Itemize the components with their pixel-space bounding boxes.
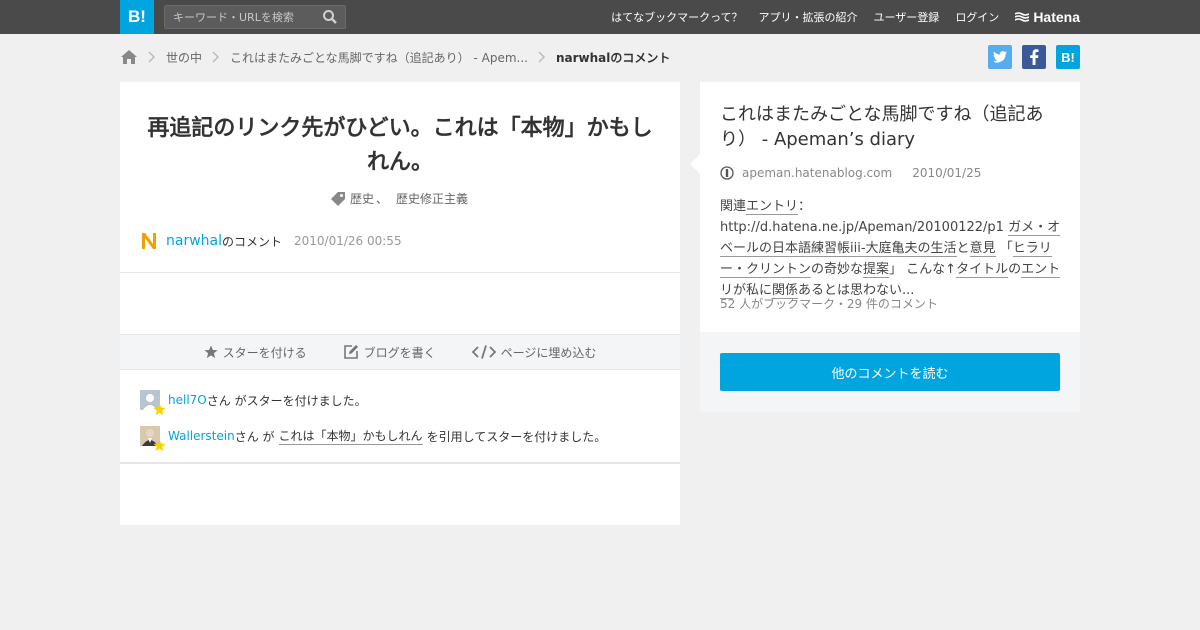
edit-icon bbox=[343, 345, 358, 359]
keyword-link[interactable]: タイトル bbox=[956, 262, 1009, 278]
star-user-link[interactable]: Wallerstein bbox=[168, 429, 235, 443]
facebook-share-button[interactable] bbox=[1022, 45, 1046, 69]
divider bbox=[120, 462, 680, 464]
comment-title: 再追記のリンク先がひどい。これは「本物」かもしれん。 bbox=[147, 116, 653, 175]
chevron-right-icon bbox=[212, 51, 220, 63]
star-item: hell7O さん がスターを付けました。 bbox=[140, 390, 606, 416]
author-name[interactable]: narwhal bbox=[166, 233, 222, 249]
entry-footer: 他のコメントを読む bbox=[700, 332, 1080, 412]
avatar[interactable] bbox=[140, 426, 166, 452]
tag-icon bbox=[330, 191, 345, 206]
home-icon[interactable] bbox=[120, 49, 138, 65]
star-list: hell7O さん がスターを付けました。 Wallerstein さん が こ… bbox=[140, 390, 606, 462]
search-box bbox=[164, 5, 346, 29]
search-input[interactable] bbox=[165, 6, 315, 28]
star-icon bbox=[203, 345, 218, 358]
star-text: を引用してスターを付けました。 bbox=[426, 429, 607, 444]
keyword-link[interactable]: エントリ bbox=[746, 199, 799, 215]
star-item: Wallerstein さん が これは「本物」かもしれん を引用してスターを付… bbox=[140, 426, 607, 452]
add-star-label: スターを付ける bbox=[222, 345, 307, 360]
bookmark-count-link[interactable]: 52 人がブックマーク・29 件のコメント bbox=[720, 295, 938, 312]
entry-description: 関連エントリ：http://d.hatena.ne.jp/Apeman/2010… bbox=[720, 196, 1065, 301]
comment-author: narwhal のコメント 2010/01/26 00:55 bbox=[140, 232, 402, 250]
entry-card: これはまたみごとな馬脚ですね（追記あり） - Apeman’s diary ap… bbox=[690, 82, 1080, 412]
share-buttons: B! bbox=[978, 45, 1080, 69]
global-nav: はてなブックマークって？ アプリ・拡張の紹介 ユーザー登録 ログイン Haten… bbox=[595, 0, 1080, 34]
entry-date: 2010/01/25 bbox=[912, 166, 982, 180]
entry-meta: apeman.hatenablog.com 2010/01/25 bbox=[720, 166, 981, 180]
facebook-icon bbox=[1030, 49, 1039, 65]
embed-button[interactable]: ページに埋め込む bbox=[471, 344, 597, 361]
comment-card: 再追記のリンク先がひどい。これは「本物」かもしれん。 歴史 、 歴史修正主義 n… bbox=[120, 82, 680, 525]
star-quote-link[interactable]: これは「本物」かもしれん bbox=[278, 427, 423, 445]
tag-separator: 、 bbox=[375, 192, 388, 206]
hatena-brand-label: Hatena bbox=[1033, 9, 1080, 25]
desc-text: 「 bbox=[995, 241, 1013, 256]
breadcrumb-current: narwhalのコメント bbox=[555, 50, 671, 65]
desc-text: の bbox=[1008, 262, 1022, 277]
desc-text: 」 こんな↑ bbox=[889, 262, 957, 277]
write-blog-button[interactable]: ブログを書く bbox=[343, 344, 436, 361]
entry-domain-link[interactable]: apeman.hatenablog.com bbox=[742, 166, 892, 180]
author-suffix: のコメント bbox=[222, 234, 283, 249]
hatena-brand-link[interactable]: Hatena bbox=[1015, 9, 1080, 25]
tag-list: 歴史 、 歴史修正主義 bbox=[120, 190, 680, 207]
avatar[interactable] bbox=[140, 390, 166, 416]
top-bar: B! はてなブックマークって？ アプリ・拡張の紹介 ユーザー登録 ログイン Ha… bbox=[0, 0, 1200, 34]
keyword-link[interactable]: 提案 bbox=[863, 262, 890, 278]
read-comments-button[interactable]: 他のコメントを読む bbox=[720, 353, 1060, 391]
callout-arrow bbox=[690, 154, 700, 174]
desc-text: と bbox=[956, 241, 970, 256]
keyword-link[interactable]: 生活 bbox=[930, 241, 957, 257]
star-icon bbox=[153, 403, 166, 416]
write-blog-label: ブログを書く bbox=[363, 345, 436, 360]
hatena-bookmark-share-button[interactable]: B! bbox=[1056, 45, 1080, 69]
star-text: さん が bbox=[234, 429, 275, 444]
search-icon[interactable] bbox=[322, 9, 338, 25]
avatar[interactable] bbox=[140, 232, 158, 250]
nav-about[interactable]: はてなブックマークって？ bbox=[611, 9, 742, 25]
nav-apps[interactable]: アプリ・拡張の紹介 bbox=[759, 9, 858, 25]
tag-link[interactable]: 歴史修正主義 bbox=[396, 190, 468, 207]
embed-label: ページに埋め込む bbox=[500, 345, 597, 360]
nav-signup[interactable]: ユーザー登録 bbox=[874, 9, 940, 25]
twitter-icon bbox=[993, 51, 1007, 63]
chevron-right-icon bbox=[148, 51, 156, 63]
add-star-button[interactable]: スターを付ける bbox=[203, 344, 307, 361]
desc-text: 関連 bbox=[720, 199, 747, 214]
keyword-link[interactable]: 意見 bbox=[969, 241, 996, 257]
twitter-share-button[interactable] bbox=[988, 45, 1012, 69]
hatena-mark-icon bbox=[1015, 12, 1030, 22]
hatena-bookmark-logo[interactable]: B! bbox=[120, 0, 154, 34]
breadcrumb-category[interactable]: 世の中 bbox=[166, 49, 202, 66]
action-bar: スターを付ける ブログを書く ページに埋め込む bbox=[120, 334, 680, 370]
site-favicon-icon bbox=[720, 166, 734, 180]
star-icon bbox=[153, 439, 166, 452]
nav-login[interactable]: ログイン bbox=[955, 9, 999, 25]
entry-title-link[interactable]: これはまたみごとな馬脚ですね（追記あり） - Apeman’s diary bbox=[720, 102, 1065, 152]
breadcrumb: 世の中 これはまたみごとな馬脚ですね（追記あり） - Apem... narwh… bbox=[120, 45, 670, 69]
comment-date: 2010/01/26 00:55 bbox=[294, 234, 402, 248]
breadcrumb-entry[interactable]: これはまたみごとな馬脚ですね（追記あり） - Apem... bbox=[230, 49, 528, 66]
tag-link[interactable]: 歴史 bbox=[350, 190, 374, 207]
star-user-link[interactable]: hell7O bbox=[168, 393, 207, 407]
divider bbox=[120, 272, 680, 273]
code-icon bbox=[471, 345, 496, 359]
chevron-right-icon bbox=[538, 51, 546, 63]
desc-text: の奇妙な bbox=[811, 262, 864, 277]
star-text: さん がスターを付けました。 bbox=[206, 393, 367, 408]
